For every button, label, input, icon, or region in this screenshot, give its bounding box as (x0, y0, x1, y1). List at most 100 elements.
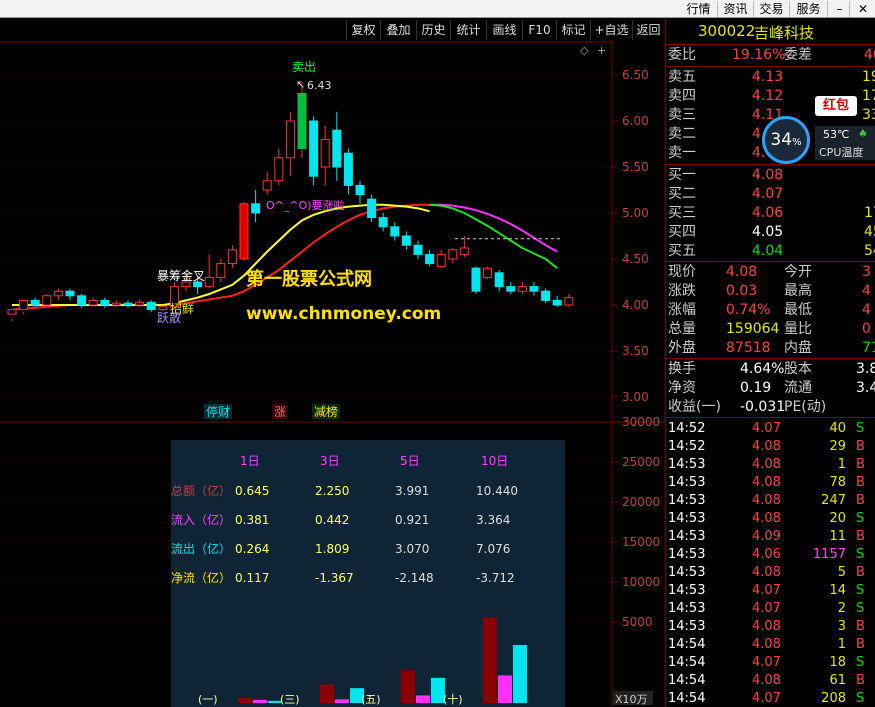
toolbar-fuquan[interactable]: 复权 (346, 20, 380, 40)
menu-trade[interactable]: 交易 (754, 1, 790, 17)
red-envelope-button[interactable]: 红包 (815, 96, 857, 116)
candle-body (100, 299, 110, 306)
fund-label: 换手 (668, 361, 696, 377)
bar-group-label: (三) (280, 693, 300, 706)
tick-time: 14:53 (668, 619, 706, 634)
toolbar-mark[interactable]: 标记 (556, 20, 590, 40)
candle-body (88, 299, 98, 306)
bar-group-label: (五) (361, 693, 381, 706)
ask-row[interactable]: 卖五 4.13 19 (666, 68, 875, 87)
tick-price: 4.07 (752, 655, 781, 670)
ask-volume: 19 (862, 69, 875, 85)
fundamental-row: 收益(一) -0.031 PE(动) (666, 398, 875, 417)
plus-icon[interactable]: + (597, 44, 606, 57)
candle-body (378, 217, 388, 228)
price-tick-label: 4.00 (622, 298, 649, 312)
kline-chart[interactable]: 6.506.005.505.004.504.003.503.00 ◇ + 卖出 … (0, 40, 664, 707)
tick-price: 4.08 (752, 511, 781, 526)
tick-side: S (856, 583, 865, 598)
tick-side: S (856, 547, 865, 562)
bid-price: 4.08 (752, 167, 784, 183)
toolbar-overlay[interactable]: 叠加 (380, 20, 416, 40)
fund-row-label: 流出（亿） (171, 541, 231, 556)
tick-time: 14:53 (668, 601, 706, 616)
candle-body (390, 226, 400, 237)
bid-row[interactable]: 买三 4.06 17 (666, 204, 875, 223)
ask-label: 卖四 (668, 88, 696, 104)
tick-side: S (856, 511, 865, 526)
tick-time: 14:53 (668, 493, 706, 508)
cpu-temp-label: CPU温度 (819, 146, 864, 159)
menu-quotes[interactable]: 行情 (680, 1, 718, 17)
tick-price: 4.08 (752, 475, 781, 490)
tick-side: S (856, 655, 865, 670)
bid-row[interactable]: 买二 4.07 (666, 185, 875, 204)
bid-row[interactable]: 买五 4.04 54 (666, 242, 875, 261)
indicator-tag-3[interactable]: 减榜 (314, 404, 338, 419)
tick-price: 4.06 (752, 547, 781, 562)
cpu-percent: 34 (770, 130, 793, 150)
bid-row[interactable]: 买四 4.05 45 (666, 223, 875, 242)
tick-price: 4.08 (752, 493, 781, 508)
fund-row-label: 总额（亿） (171, 483, 231, 498)
tick-time: 14:54 (668, 691, 706, 706)
candle-body (53, 290, 63, 297)
diamond-icon[interactable]: ◇ (580, 44, 589, 57)
candle-body (494, 272, 504, 288)
weicha-label: 委差 (784, 47, 812, 63)
percent-sign: % (792, 137, 802, 148)
toolbar-stats[interactable]: 统计 (450, 20, 486, 40)
bid-price: 4.04 (752, 243, 784, 259)
ask-volume: 17 (862, 88, 875, 104)
stat-label-2: 今开 (784, 264, 812, 280)
stock-code: 300022 (698, 22, 756, 40)
close-icon[interactable]: ✕ (852, 1, 874, 17)
bid-row[interactable]: 买一 4.08 (666, 166, 875, 185)
tick-row: 14:52 4.07 40 S (666, 420, 875, 438)
signal-text: O^_^O)要涨啦 (266, 198, 345, 212)
candle-body (42, 295, 52, 306)
toolbar-history[interactable]: 历史 (416, 20, 450, 40)
menu-service[interactable]: 服务 (790, 1, 828, 17)
price-axis: 6.50 6.00 5.50 5.00 4.50 4.00 3.50 3.00 (612, 68, 649, 404)
bid-volume: 45 (864, 224, 875, 240)
toolbar-f10[interactable]: F10 (522, 20, 556, 40)
tick-price: 4.08 (752, 439, 781, 454)
candle-body (146, 301, 156, 311)
stat-value-2: 4 (862, 283, 871, 299)
indicator-tag-1[interactable]: 停财 (206, 404, 230, 419)
tick-row: 14:53 4.08 78 B (666, 474, 875, 492)
candle-body (309, 120, 319, 177)
fund-cell: 10.440 (476, 484, 518, 498)
candle-body (413, 244, 423, 255)
price-tick-label: 6.00 (622, 114, 649, 128)
toolbar-draw[interactable]: 画线 (486, 20, 522, 40)
tick-volume: 208 (821, 691, 846, 706)
volume-tick-label: 10000 (622, 575, 660, 589)
price-tick-label: 5.00 (622, 206, 649, 220)
stat-value: 159064 (726, 321, 780, 337)
indicator-tag-2[interactable]: 涨 (274, 404, 286, 419)
candle-body (355, 184, 365, 196)
fund-bar (416, 695, 430, 703)
minimize-icon[interactable]: – (830, 1, 850, 17)
fund-label-2: 流通 (784, 380, 812, 396)
toolbar-add-watchlist[interactable]: +自选 (590, 20, 632, 40)
fund-row-label: 净流（亿） (171, 570, 231, 585)
stat-label: 总量 (668, 321, 696, 337)
stat-value: 0.03 (726, 283, 758, 299)
candle-body (77, 295, 87, 306)
candle-body (135, 301, 145, 306)
bid-volume: 17 (864, 205, 875, 221)
candle-body (204, 276, 214, 288)
fund-cell: -3.712 (476, 571, 515, 585)
volume-tick-label: 20000 (622, 495, 660, 509)
candle-body (425, 253, 435, 265)
stat-value-2: 4 (862, 302, 871, 318)
bid-label: 买三 (668, 205, 696, 221)
toolbar-back[interactable]: 返回 (632, 20, 664, 40)
candle-body (506, 286, 516, 292)
fund-cell: 3.364 (476, 513, 510, 527)
menu-news[interactable]: 资讯 (718, 1, 754, 17)
cpu-gauge[interactable]: 34% (762, 116, 810, 164)
